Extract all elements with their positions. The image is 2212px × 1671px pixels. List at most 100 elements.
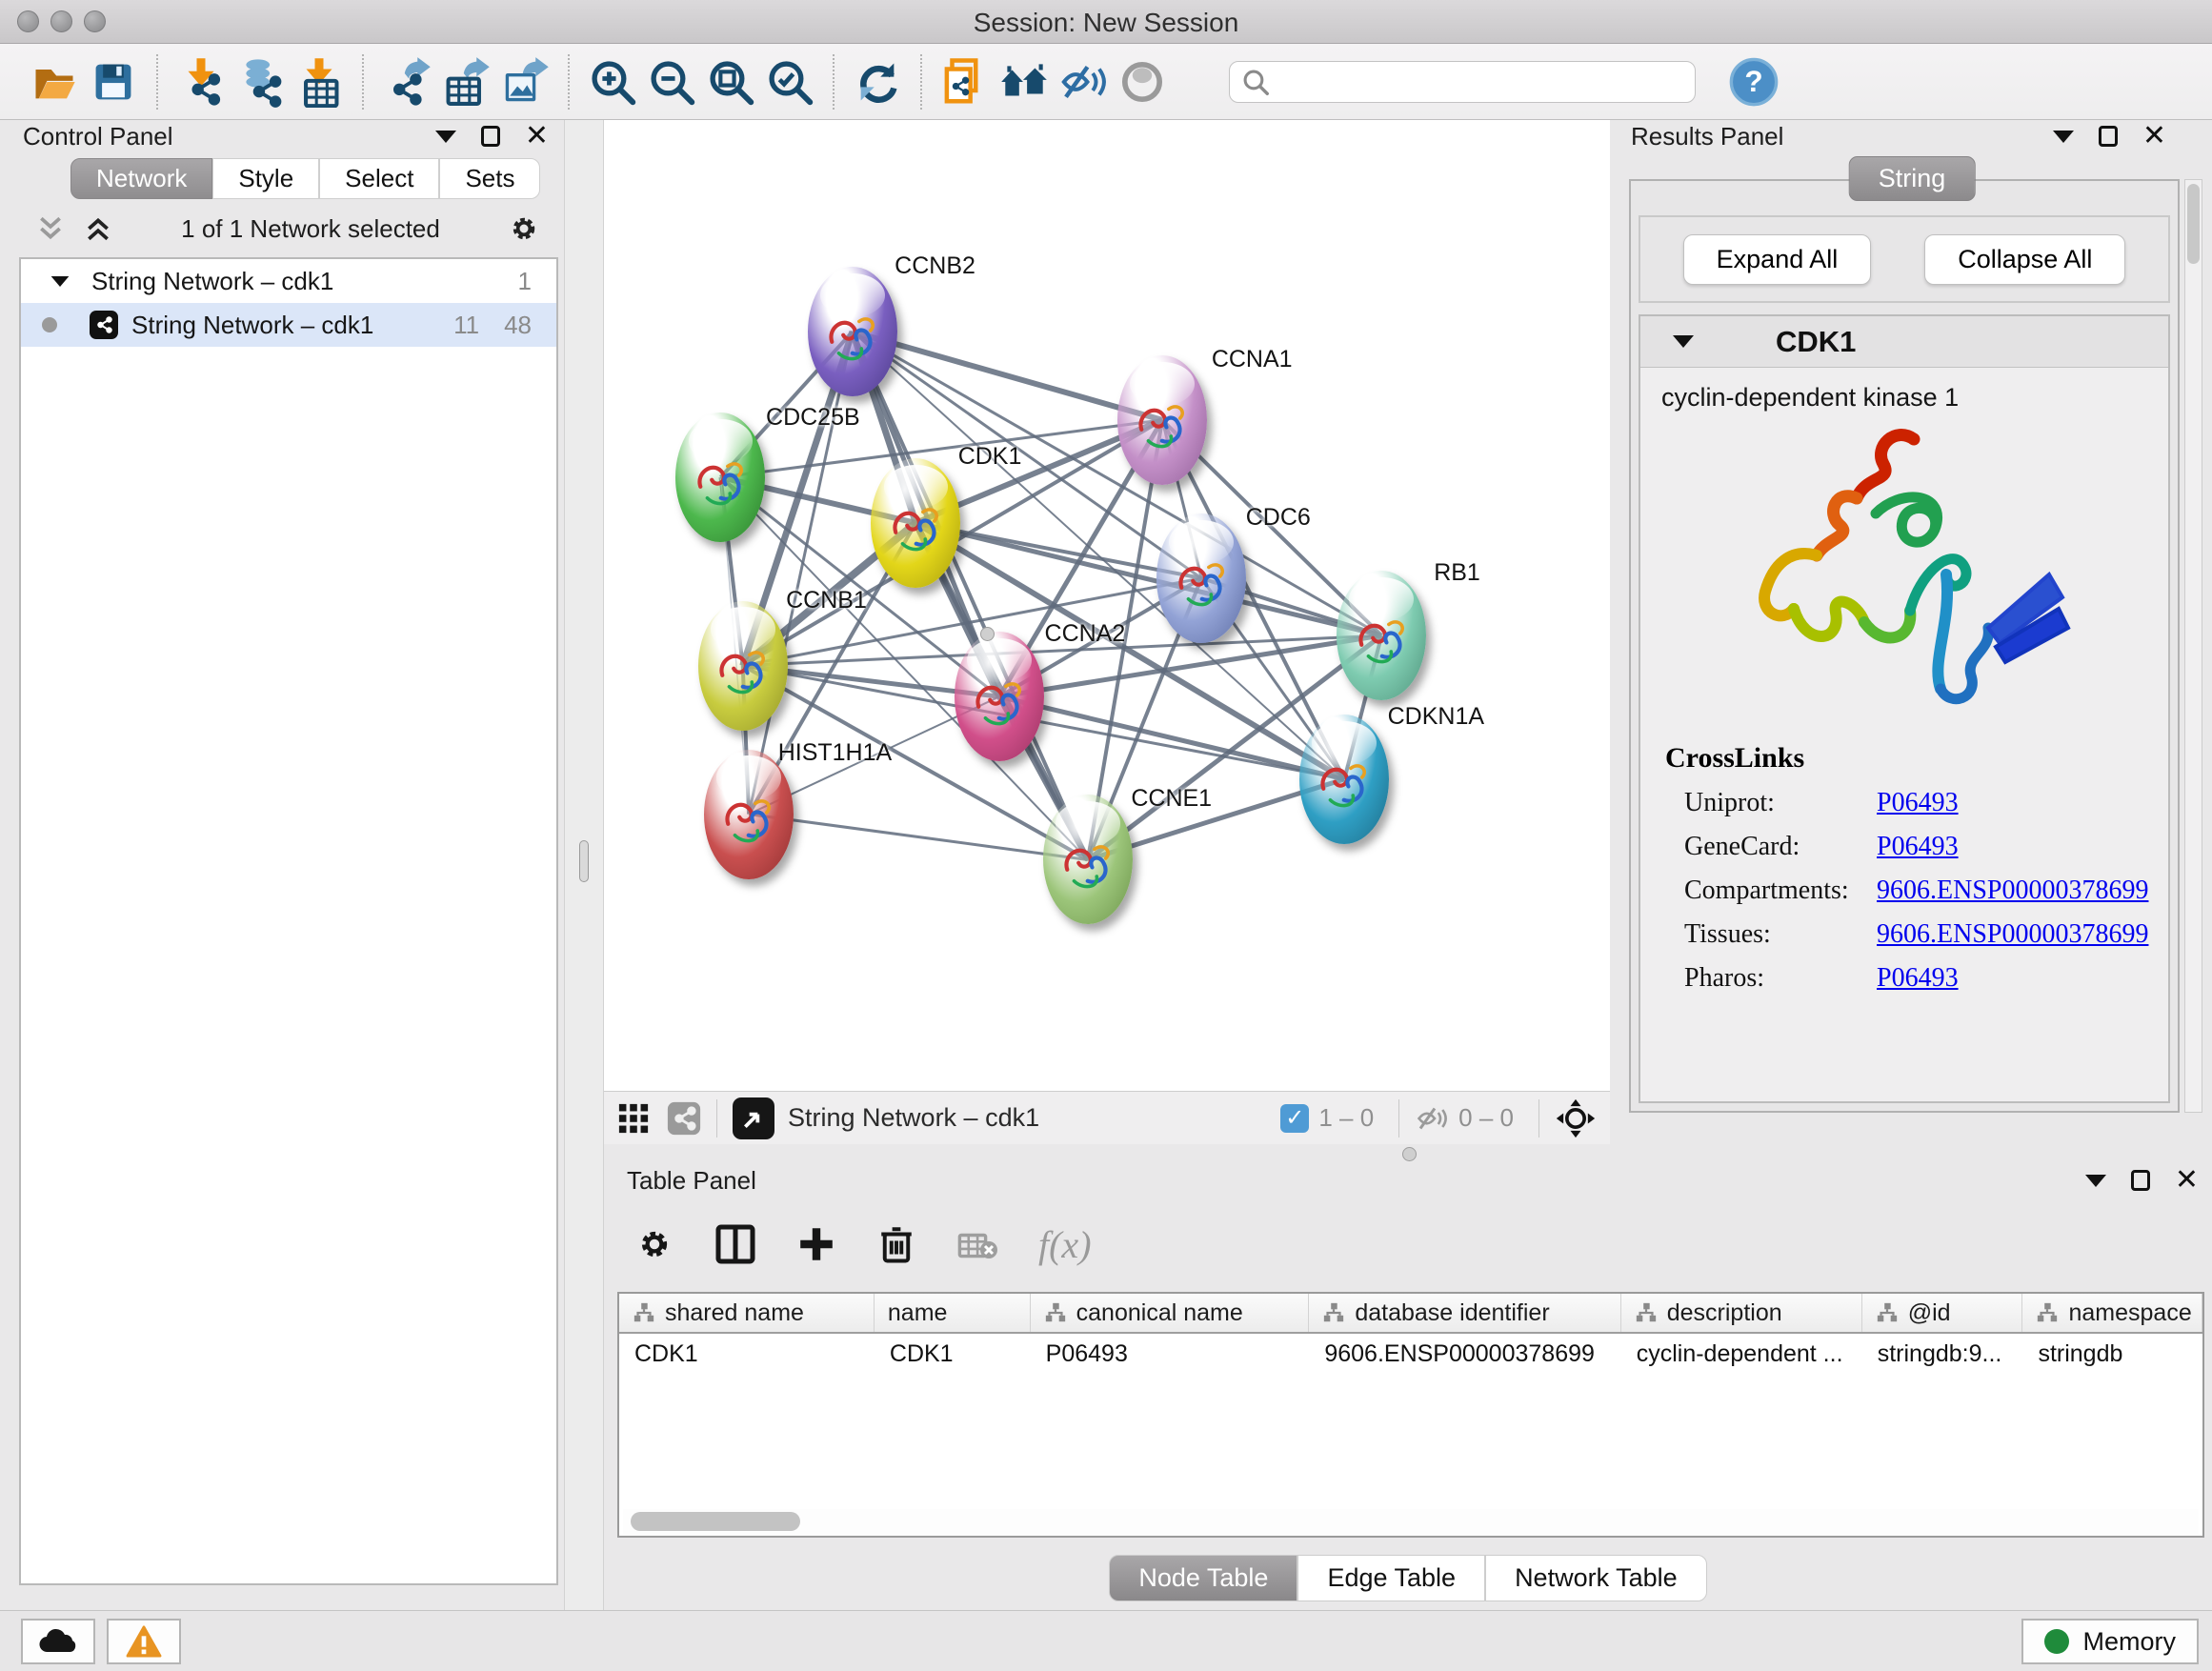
export-table-icon[interactable] — [436, 52, 495, 111]
cloud-status-button[interactable] — [21, 1619, 95, 1664]
edge-CCNA2-CDKN1A[interactable] — [999, 696, 1344, 779]
collapse-row-icon[interactable] — [51, 275, 70, 286]
pan-tool-icon[interactable] — [1555, 1097, 1597, 1139]
network-collection-row[interactable]: String Network – cdk1 1 — [21, 259, 556, 303]
collapse-all-icon[interactable] — [34, 214, 67, 243]
cell[interactable]: stringdb:9... — [1862, 1334, 2023, 1374]
float-panel-icon[interactable] — [2053, 131, 2074, 143]
crosslink-link[interactable]: P06493 — [1877, 832, 1959, 862]
gear-icon[interactable] — [507, 211, 541, 246]
import-network-database-icon[interactable] — [231, 52, 290, 111]
tab-sets[interactable]: Sets — [439, 158, 540, 199]
edge-HIST1H1A-CCNE1[interactable] — [749, 815, 1088, 860]
delete-column-icon[interactable] — [876, 1224, 916, 1264]
search-input[interactable] — [1270, 67, 1670, 96]
close-panel-icon[interactable]: ✕ — [2142, 126, 2166, 147]
float-panel-icon[interactable] — [435, 131, 456, 143]
node-CDKN1A[interactable] — [1299, 715, 1389, 844]
string-results-tab[interactable]: String — [1849, 156, 1976, 201]
node-RB1[interactable] — [1337, 571, 1426, 700]
close-panel-icon[interactable]: ✕ — [525, 126, 549, 147]
node-CCNE1[interactable] — [1043, 795, 1133, 924]
show-columns-icon[interactable] — [714, 1223, 756, 1265]
crosslink-link[interactable]: 9606.ENSP00000378699 — [1877, 876, 2148, 906]
help-icon[interactable]: ? — [1724, 52, 1783, 111]
float-panel-icon[interactable] — [2085, 1175, 2106, 1187]
add-column-icon[interactable] — [796, 1224, 836, 1264]
undock-panel-icon[interactable] — [2099, 126, 2118, 147]
cell[interactable]: CDK1 — [875, 1334, 1031, 1374]
tab-network-table[interactable]: Network Table — [1485, 1555, 1707, 1601]
zoom-in-icon[interactable] — [583, 52, 642, 111]
show-all-icon[interactable] — [1113, 52, 1172, 111]
column-header-database-identifier[interactable]: database identifier — [1309, 1294, 1620, 1332]
cell[interactable]: stringdb — [2022, 1334, 2202, 1374]
horizontal-splitter[interactable] — [604, 1144, 2212, 1164]
export-image-icon[interactable] — [495, 52, 554, 111]
expand-all-icon[interactable] — [82, 214, 114, 243]
tab-edge-table[interactable]: Edge Table — [1297, 1555, 1485, 1601]
warnings-button[interactable] — [107, 1619, 181, 1664]
collapse-section-icon[interactable] — [1673, 335, 1694, 348]
results-scrollbar-thumb[interactable] — [2187, 184, 2200, 264]
table-horizontal-scrollbar[interactable] — [623, 1509, 2199, 1534]
delete-table-icon[interactable] — [956, 1225, 998, 1263]
cell[interactable]: CDK1 — [619, 1334, 875, 1374]
search-box[interactable] — [1229, 61, 1696, 103]
table-row[interactable]: CDK1CDK1P064939606.ENSP00000378699cyclin… — [619, 1334, 2202, 1374]
gene-section-header[interactable]: CDK1 — [1640, 316, 2168, 368]
table-settings-gear-icon[interactable] — [634, 1224, 674, 1264]
share-view-icon[interactable] — [667, 1101, 701, 1136]
hide-selected-icon[interactable] — [1054, 52, 1113, 111]
zoom-fit-icon[interactable] — [701, 52, 760, 111]
apply-layout-icon[interactable] — [848, 52, 907, 111]
column-header-canonical-name[interactable]: canonical name — [1031, 1294, 1310, 1332]
crosslink-link[interactable]: P06493 — [1877, 963, 1959, 994]
edge-CCNB2-CCNA1[interactable] — [853, 332, 1162, 420]
zoom-selected-icon[interactable] — [760, 52, 819, 111]
splitter-grip-dot[interactable] — [1402, 1147, 1417, 1161]
memory-button[interactable]: Memory — [2021, 1619, 2199, 1664]
expand-all-button[interactable]: Expand All — [1683, 234, 1872, 285]
cell[interactable]: 9606.ENSP00000378699 — [1309, 1334, 1620, 1374]
node-CCNB1[interactable] — [698, 601, 788, 731]
column-header-description[interactable]: description — [1621, 1294, 1862, 1332]
tab-network[interactable]: Network — [70, 158, 212, 199]
column-header-name[interactable]: name — [875, 1294, 1031, 1332]
collapse-all-button[interactable]: Collapse All — [1924, 234, 2125, 285]
results-scrollbar[interactable] — [2184, 179, 2202, 1113]
import-table-icon[interactable] — [290, 52, 349, 111]
node-CCNB2[interactable] — [808, 267, 897, 396]
import-network-file-icon[interactable] — [171, 52, 231, 111]
clone-network-icon[interactable] — [935, 52, 995, 111]
network-canvas[interactable]: CCNB2CCNA1CDC25BCDK1CDC6RB1CCNB1CCNA2CDK… — [604, 120, 1610, 1091]
edge-CCNB2-CCNE1[interactable] — [853, 332, 1088, 859]
column-header--id[interactable]: @id — [1862, 1294, 2023, 1332]
save-session-icon[interactable] — [84, 52, 143, 111]
undock-panel-icon[interactable] — [481, 126, 500, 147]
function-builder-icon[interactable]: f(x) — [1038, 1222, 1092, 1267]
open-session-icon[interactable] — [25, 52, 84, 111]
tab-node-table[interactable]: Node Table — [1109, 1555, 1297, 1601]
tab-style[interactable]: Style — [212, 158, 319, 199]
cell[interactable]: P06493 — [1031, 1334, 1310, 1374]
tab-select[interactable]: Select — [319, 158, 439, 199]
column-header-shared-name[interactable]: shared name — [619, 1294, 875, 1332]
cell[interactable]: cyclin-dependent ... — [1621, 1334, 1862, 1374]
canvas-splitter-dot[interactable] — [980, 627, 995, 641]
node-HIST1H1A[interactable] — [704, 750, 794, 879]
undock-panel-icon[interactable] — [2131, 1170, 2150, 1191]
hidden-eye-icon[interactable] — [1415, 1104, 1449, 1133]
node-CDK1[interactable] — [871, 458, 960, 588]
network-row-selected[interactable]: String Network – cdk1 11 48 — [21, 303, 556, 347]
home-icon[interactable] — [995, 52, 1054, 111]
crosslink-link[interactable]: P06493 — [1877, 788, 1959, 818]
node-CCNA1[interactable] — [1117, 355, 1207, 485]
crosslink-link[interactable]: 9606.ENSP00000378699 — [1877, 919, 2148, 950]
scrollbar-thumb[interactable] — [631, 1512, 800, 1531]
selected-nodes-checkbox[interactable]: ✓ — [1280, 1104, 1309, 1133]
export-network-icon[interactable] — [377, 52, 436, 111]
splitter-handle[interactable] — [579, 840, 589, 882]
left-splitter[interactable] — [564, 120, 604, 1610]
node-CDC25B[interactable] — [675, 413, 765, 542]
